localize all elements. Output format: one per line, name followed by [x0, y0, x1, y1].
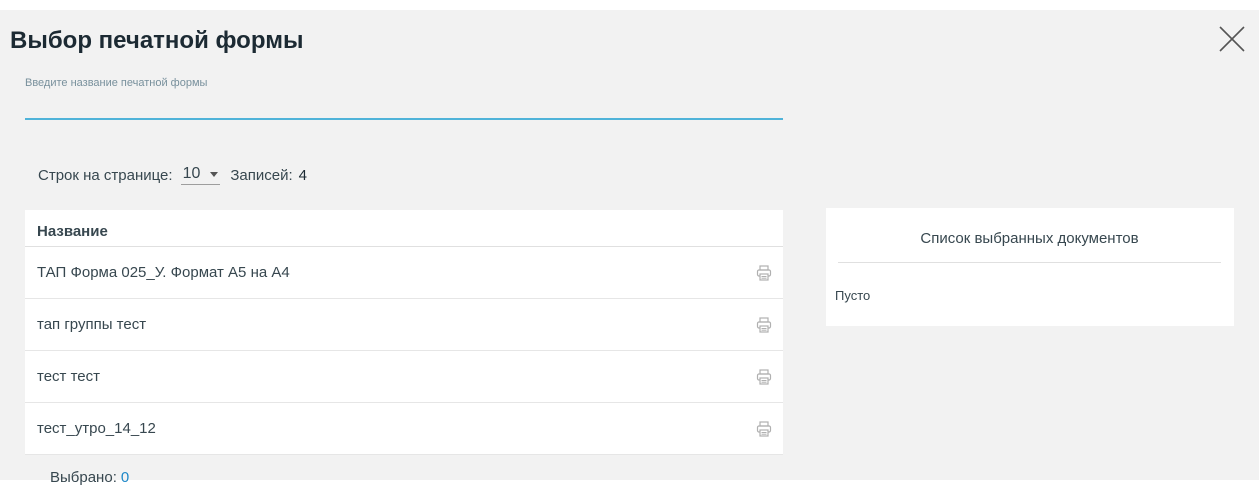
- print-form-dialog: Выбор печатной формы Введите название пе…: [0, 10, 1259, 486]
- printer-icon[interactable]: [755, 264, 773, 282]
- column-header-name[interactable]: Название: [37, 223, 108, 240]
- table-row[interactable]: тап группы тест: [25, 299, 783, 351]
- search-label: Введите название печатной формы: [25, 77, 208, 89]
- chevron-down-icon: [210, 171, 219, 177]
- rows-per-page-label: Строк на странице:: [38, 166, 173, 184]
- selected-label: Выбрано:: [50, 469, 117, 486]
- selected-count: 0: [120, 469, 130, 486]
- table-row[interactable]: тест_утро_14_12: [25, 403, 783, 455]
- selected-count-indicator: Выбрано: 0: [50, 469, 129, 486]
- table-header: Название: [25, 210, 783, 247]
- pagination-controls: Строк на странице: 10 Записей: 4: [38, 164, 307, 186]
- empty-state-text: Пусто: [835, 288, 871, 303]
- search-input[interactable]: [25, 94, 783, 120]
- rows-per-page-select[interactable]: 10: [180, 165, 221, 185]
- printer-icon[interactable]: [755, 368, 773, 386]
- row-name: тап группы тест: [37, 316, 147, 333]
- printer-icon[interactable]: [755, 420, 773, 438]
- close-icon[interactable]: [1217, 24, 1247, 54]
- printer-icon[interactable]: [755, 316, 773, 334]
- rows-per-page-value: 10: [182, 165, 201, 182]
- row-name: тест_утро_14_12: [37, 420, 156, 437]
- table-row[interactable]: тест тест: [25, 351, 783, 403]
- selected-documents-title: Список выбранных документов: [838, 230, 1221, 263]
- row-name: тест тест: [37, 368, 100, 385]
- records-label: Записей:: [230, 166, 293, 184]
- dialog-title: Выбор печатной формы: [10, 27, 304, 54]
- print-forms-table: Название ТАП Форма 025_У. Формат А5 на А…: [25, 210, 783, 455]
- table-row[interactable]: ТАП Форма 025_У. Формат А5 на А4: [25, 247, 783, 299]
- selected-documents-panel: Список выбранных документов Пусто: [826, 208, 1234, 326]
- row-name: ТАП Форма 025_У. Формат А5 на А4: [37, 264, 290, 281]
- records-count: 4: [298, 166, 307, 184]
